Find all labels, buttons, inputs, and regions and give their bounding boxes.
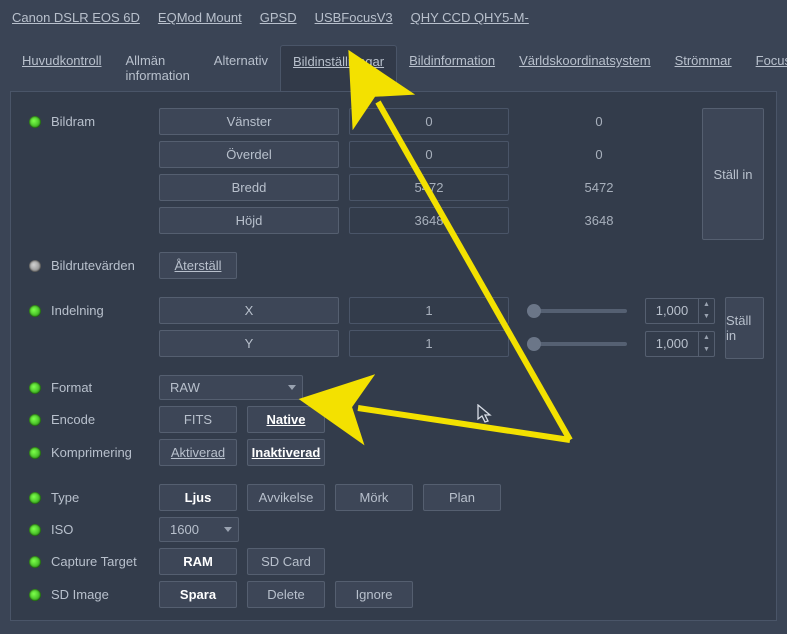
status-led	[29, 382, 41, 394]
chevron-down-icon	[288, 385, 296, 390]
capture-ram-button[interactable]: RAM	[159, 548, 237, 575]
tab-strommar[interactable]: Strömmar	[663, 45, 744, 91]
status-led	[29, 492, 41, 504]
status-led-off	[29, 260, 41, 272]
tab-varldskoord[interactable]: Världskoordinatsystem	[507, 45, 663, 91]
status-led	[29, 556, 41, 568]
sd-ignore-button[interactable]: Ignore	[335, 581, 413, 608]
chevron-up-icon: ▲	[699, 332, 714, 344]
indelning-label: Indelning	[51, 303, 149, 318]
frame-width-button[interactable]: Bredd	[159, 174, 339, 201]
image-settings-panel: Bildram Vänster 0 0 Överdel 0 0 Bredd 54…	[10, 91, 777, 621]
tab-focus[interactable]: Focus	[744, 45, 787, 91]
frame-width-readonly: 5472	[519, 175, 679, 200]
sd-delete-button[interactable]: Delete	[247, 581, 325, 608]
bin-y-slider[interactable]	[527, 342, 627, 346]
frame-left-button[interactable]: Vänster	[159, 108, 339, 135]
bin-y-button[interactable]: Y	[159, 330, 339, 357]
type-light-button[interactable]: Ljus	[159, 484, 237, 511]
frame-top-value[interactable]: 0	[349, 141, 509, 168]
tab-huvudkontroll[interactable]: Huvudkontroll	[10, 45, 114, 91]
type-label: Type	[51, 490, 149, 505]
chevron-down-icon: ▼	[699, 344, 714, 356]
settings-tabbar: Huvudkontroll Allmän information Alterna…	[0, 31, 787, 91]
device-tabbar: Canon DSLR EOS 6D EQMod Mount GPSD USBFo…	[0, 0, 787, 31]
device-tab[interactable]: Canon DSLR EOS 6D	[12, 10, 140, 25]
device-tab[interactable]: GPSD	[260, 10, 297, 25]
sd-save-button[interactable]: Spara	[159, 581, 237, 608]
kompr-label: Komprimering	[51, 445, 149, 460]
device-tab[interactable]: EQMod Mount	[158, 10, 242, 25]
bin-x-value[interactable]: 1	[349, 297, 509, 324]
encode-native-button[interactable]: Native	[247, 406, 325, 433]
reset-button[interactable]: Återställ	[159, 252, 237, 279]
chevron-down-icon: ▼	[699, 311, 714, 323]
frame-left-readonly: 0	[519, 109, 679, 134]
bin-y-value[interactable]: 1	[349, 330, 509, 357]
bin-x-spinner[interactable]: 1,000 ▲▼	[645, 298, 715, 324]
tab-allman-info[interactable]: Allmän information	[114, 45, 202, 91]
frame-set-button[interactable]: Ställ in	[702, 108, 764, 240]
format-select[interactable]: RAW	[159, 375, 303, 400]
iso-select[interactable]: 1600	[159, 517, 239, 542]
bildram-label: Bildram	[51, 114, 149, 129]
frame-height-button[interactable]: Höjd	[159, 207, 339, 234]
type-dark-button[interactable]: Mörk	[335, 484, 413, 511]
compress-off-button[interactable]: Inaktiverad	[247, 439, 325, 466]
device-tab[interactable]: USBFocusV3	[315, 10, 393, 25]
status-led	[29, 447, 41, 459]
status-led	[29, 116, 41, 128]
compress-on-button[interactable]: Aktiverad	[159, 439, 237, 466]
frame-height-readonly: 3648	[519, 208, 679, 233]
status-led	[29, 589, 41, 601]
bin-x-button[interactable]: X	[159, 297, 339, 324]
bin-set-button[interactable]: Ställ in	[725, 297, 764, 359]
frame-left-value[interactable]: 0	[349, 108, 509, 135]
iso-label: ISO	[51, 522, 149, 537]
capture-sd-button[interactable]: SD Card	[247, 548, 325, 575]
status-led	[29, 414, 41, 426]
type-flat-button[interactable]: Plan	[423, 484, 501, 511]
bildrute-label: Bildrutevärden	[51, 258, 149, 273]
status-led	[29, 305, 41, 317]
frame-top-readonly: 0	[519, 142, 679, 167]
sdimage-label: SD Image	[51, 587, 149, 602]
tab-bildinstallningar[interactable]: Bildinställningar	[280, 45, 397, 91]
chevron-down-icon	[224, 527, 232, 532]
tab-alternativ[interactable]: Alternativ	[202, 45, 280, 91]
chevron-up-icon: ▲	[699, 299, 714, 311]
frame-top-button[interactable]: Överdel	[159, 141, 339, 168]
bin-x-slider[interactable]	[527, 309, 627, 313]
frame-width-value[interactable]: 5472	[349, 174, 509, 201]
status-led	[29, 524, 41, 536]
bin-y-spinner[interactable]: 1,000 ▲▼	[645, 331, 715, 357]
tab-bildinformation[interactable]: Bildinformation	[397, 45, 507, 91]
format-label: Format	[51, 380, 149, 395]
encode-label: Encode	[51, 412, 149, 427]
encode-fits-button[interactable]: FITS	[159, 406, 237, 433]
frame-height-value[interactable]: 3648	[349, 207, 509, 234]
capture-label: Capture Target	[51, 554, 149, 569]
type-bias-button[interactable]: Avvikelse	[247, 484, 325, 511]
device-tab[interactable]: QHY CCD QHY5-M-	[411, 10, 529, 25]
